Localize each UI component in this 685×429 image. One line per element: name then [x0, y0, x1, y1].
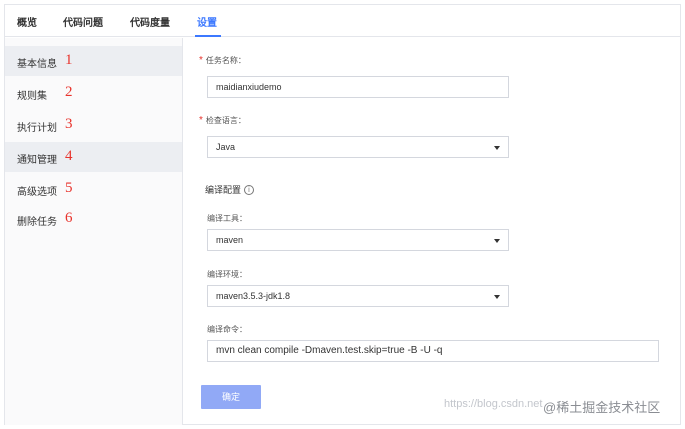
annotation-number: 2: [65, 84, 73, 100]
compile-env-label: 编译环境：: [207, 270, 247, 279]
sidebar-item-label: 规则集: [17, 91, 47, 102]
tab-overview[interactable]: 概览: [17, 14, 37, 29]
sidebar-item-label: 基本信息: [17, 59, 57, 70]
active-tab-indicator: [195, 35, 221, 37]
compile-env-select[interactable]: maven3.5.3-jdk1.8: [207, 285, 509, 307]
settings-sidebar: 基本信息 1 规则集 2 执行计划 3 通知管理 4 高级选项 5 删除任务 6: [5, 38, 183, 425]
tab-code-issues[interactable]: 代码问题: [63, 14, 103, 29]
tab-settings[interactable]: 设置: [197, 14, 217, 29]
annotation-number: 6: [65, 210, 73, 226]
settings-form: * 任务名称： maidianxiudemo * 检查语言： Java 编译配置 i …: [183, 38, 681, 425]
compile-cmd-input[interactable]: mvn clean compile -Dmaven.test.skip=true…: [207, 340, 659, 362]
compile-config-title: 编译配置 i: [205, 183, 255, 196]
language-label: * 检查语言：: [199, 115, 246, 126]
tab-code-metrics[interactable]: 代码度量: [130, 14, 170, 29]
brand-watermark: @稀土掘金技术社区: [543, 400, 661, 415]
annotation-number: 5: [65, 180, 73, 196]
sidebar-item-label: 通知管理: [17, 155, 57, 166]
language-select[interactable]: Java: [207, 136, 509, 158]
sidebar-item-notification[interactable]: 通知管理 4: [5, 142, 182, 172]
sidebar-item-execution-plan[interactable]: 执行计划 3: [5, 110, 182, 140]
sidebar-item-label: 高级选项: [17, 187, 57, 198]
sidebar-item-advanced[interactable]: 高级选项 5: [5, 174, 182, 204]
sidebar-item-label: 删除任务: [17, 217, 57, 228]
top-tab-bar: 概览 代码问题 代码度量 设置: [5, 5, 680, 37]
annotation-number: 3: [65, 116, 73, 132]
compile-tool-label: 编译工具：: [207, 214, 247, 223]
required-mark: *: [199, 115, 203, 126]
confirm-button[interactable]: 确定: [201, 385, 261, 409]
annotation-number: 1: [65, 52, 73, 68]
info-icon[interactable]: i: [244, 184, 255, 195]
settings-panel: 概览 代码问题 代码度量 设置 基本信息 1 规则集 2 执行计划 3 通知管理…: [4, 4, 681, 425]
sidebar-item-basic-info[interactable]: 基本信息 1: [5, 46, 182, 76]
annotation-number: 4: [65, 148, 73, 164]
sidebar-item-label: 执行计划: [17, 123, 57, 134]
sidebar-item-rule-set[interactable]: 规则集 2: [5, 78, 182, 108]
task-name-input[interactable]: maidianxiudemo: [207, 76, 509, 98]
required-mark: *: [199, 55, 203, 66]
task-name-label: * 任务名称：: [199, 55, 246, 66]
sidebar-item-delete-task[interactable]: 删除任务 6: [5, 204, 182, 234]
url-watermark: https://blog.csdn.net: [444, 398, 543, 410]
compile-cmd-label: 编译命令：: [207, 325, 247, 334]
compile-tool-select[interactable]: maven: [207, 229, 509, 251]
